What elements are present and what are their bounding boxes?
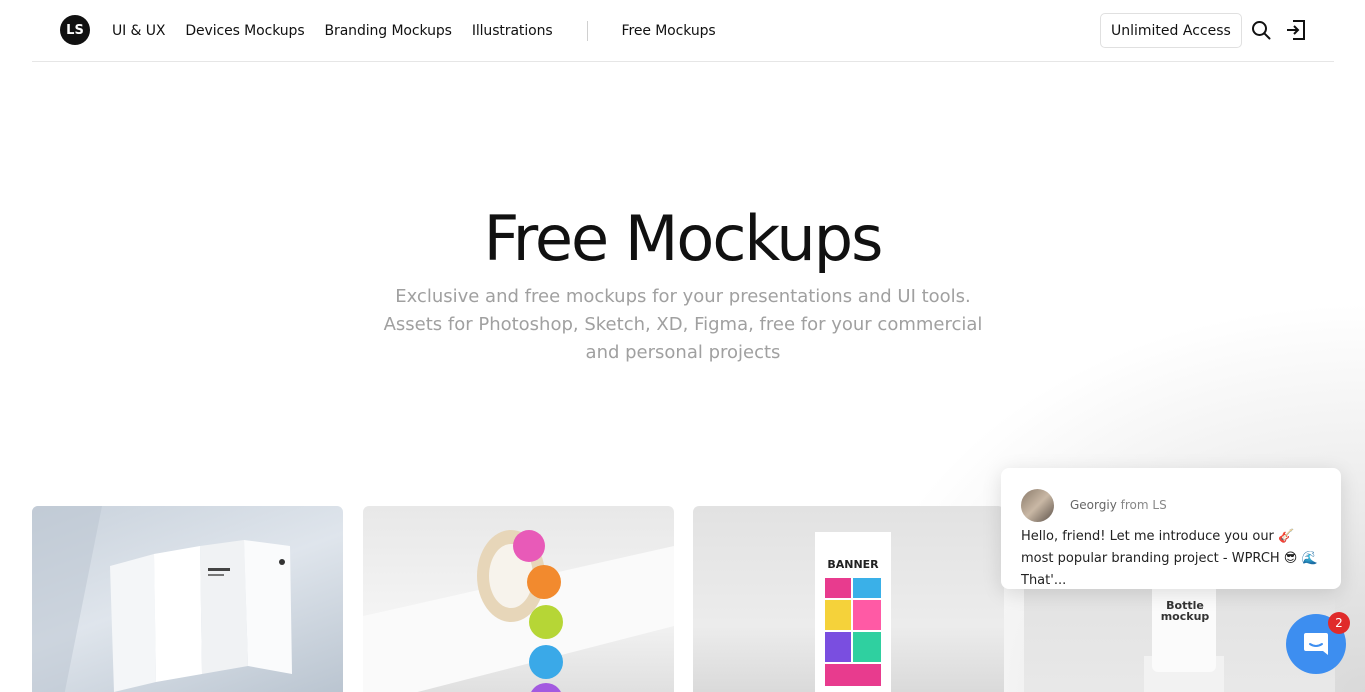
sign-in-icon[interactable] <box>1285 19 1307 41</box>
chat-sender: Georgiy from LS <box>1070 498 1167 512</box>
chat-icon <box>1304 633 1328 655</box>
bottle-label: Bottle mockup <box>1160 599 1210 623</box>
banner-label: BANNER <box>827 558 879 571</box>
sticker-roll-mockup-image <box>363 530 674 692</box>
mockup-card-banner[interactable]: BANNER <box>693 506 1004 692</box>
mockup-card-brochure[interactable] <box>32 506 343 692</box>
page-subtitle: Exclusive and free mockups for your pres… <box>383 286 983 363</box>
logo[interactable]: LS <box>60 15 90 45</box>
search-icon[interactable] <box>1250 19 1272 41</box>
unlimited-access-button[interactable]: Unlimited Access <box>1100 13 1242 48</box>
unread-count-badge: 2 <box>1328 612 1350 634</box>
nav-divider <box>586 21 588 41</box>
nav-item-ui-ux[interactable]: UI & UX <box>112 23 165 39</box>
nav-item-branding-mockups[interactable]: Branding Mockups <box>325 23 452 39</box>
nav-item-free-mockups[interactable]: Free Mockups <box>622 23 716 39</box>
nav-item-illustrations[interactable]: Illustrations <box>472 23 553 39</box>
brochure-mockup-image <box>32 506 292 692</box>
chat-sender-name: Georgiy <box>1070 498 1117 512</box>
nav-item-devices-mockups[interactable]: Devices Mockups <box>185 23 304 39</box>
banner-mockup-image <box>815 532 891 692</box>
chat-sender-org: from LS <box>1120 498 1167 512</box>
avatar <box>1021 489 1054 522</box>
chat-message-text: Hello, friend! Let me introduce you our … <box>1021 529 1318 588</box>
chat-message-preview[interactable]: Georgiy from LS Hello, friend! Let me in… <box>1001 468 1341 589</box>
main-nav: UI & UX Devices Mockups Branding Mockups… <box>112 21 736 41</box>
page-title: Free Mockups <box>483 202 884 275</box>
mockup-card-sticker-roll[interactable] <box>363 506 674 692</box>
site-header: LS UI & UX Devices Mockups Branding Mock… <box>32 0 1334 62</box>
